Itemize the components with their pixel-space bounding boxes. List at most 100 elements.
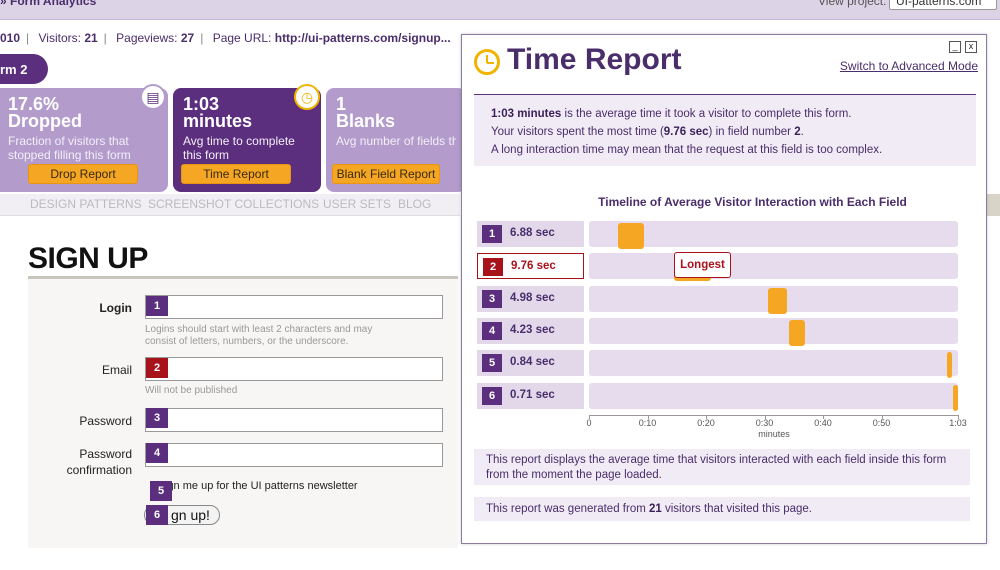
field-row-label: 3 4.98 sec bbox=[477, 285, 584, 312]
report-note: This report displays the average time th… bbox=[474, 449, 970, 485]
interaction-bar[interactable] bbox=[953, 384, 959, 411]
app-title: » Form Analytics bbox=[0, 0, 97, 8]
dropped-desc: Fraction of visitors that stopped fillin… bbox=[8, 134, 131, 162]
email-input[interactable] bbox=[145, 357, 443, 381]
timeline-track bbox=[589, 253, 958, 282]
login-label: Login bbox=[99, 301, 132, 315]
minimize-button[interactable]: _ bbox=[949, 41, 961, 53]
longest-badge: Longest bbox=[674, 252, 731, 278]
blanks-desc: Avg number of fields that were left blan… bbox=[336, 134, 456, 148]
page-edge bbox=[986, 194, 1000, 216]
report-footer: This report was generated from 21 visito… bbox=[474, 497, 970, 521]
blank-field-report-button[interactable]: Blank Field Report bbox=[332, 164, 440, 184]
field-number-3: 3 bbox=[146, 408, 168, 428]
x-axis bbox=[589, 415, 959, 416]
field-row-label: 6 0.71 sec bbox=[477, 382, 584, 409]
email-hint: Will not be published bbox=[145, 385, 238, 396]
interaction-bar[interactable] bbox=[789, 319, 806, 346]
newsletter-label[interactable]: ign me up for the UI patterns newsletter bbox=[165, 480, 358, 492]
blanks-title: Blanks bbox=[336, 111, 396, 131]
field-number-badge: 4 bbox=[482, 321, 502, 340]
stats-row: 010 | Visitors: 21 | Pageviews: 27 | Page U… bbox=[0, 31, 451, 45]
clock-icon bbox=[474, 49, 500, 75]
email-label: Email bbox=[101, 363, 132, 377]
summary-time: 1:03 minutes bbox=[491, 108, 562, 120]
dropped-title: Dropped bbox=[8, 111, 82, 131]
field-row-label: 2 9.76 sec bbox=[477, 253, 584, 280]
document-icon: ▤ bbox=[140, 84, 166, 110]
field-duration-label: 6.88 sec bbox=[510, 227, 555, 239]
field-row-label: 5 0.84 sec bbox=[477, 350, 584, 377]
field-duration-label: 4.23 sec bbox=[510, 323, 555, 336]
field-number-5: 5 bbox=[150, 481, 172, 501]
blanks-card[interactable]: 1 Blanks Avg number of fields that were … bbox=[326, 88, 466, 192]
visitors-label: Visitors: bbox=[38, 31, 81, 45]
top-bar: » Form Analytics View project: UI-patter… bbox=[0, 0, 1000, 20]
interaction-bar[interactable] bbox=[618, 223, 645, 249]
footer-post: visitors that visited this page. bbox=[661, 503, 813, 515]
time-card[interactable]: 1:03 minutes Avg time to complete this f… bbox=[173, 84, 321, 192]
summary-line-2-mid: ) in field number bbox=[708, 126, 795, 138]
time-report-window: Time Report _ x Switch to Advanced Mode … bbox=[461, 34, 987, 544]
signup-title: SIGN UP bbox=[28, 242, 148, 275]
form-tab[interactable]: rm 2 bbox=[0, 54, 48, 84]
switch-advanced-mode-link[interactable]: Switch to Advanced Mode bbox=[840, 59, 978, 73]
x-tick-label: 1:03 bbox=[949, 418, 967, 428]
field-number-6: 6 bbox=[146, 505, 168, 525]
field-row-label: 1 6.88 sec bbox=[477, 221, 584, 247]
view-project-label: View project: bbox=[818, 0, 887, 8]
pageviews-count: 27 bbox=[180, 31, 195, 45]
x-tick-label: 0:30 bbox=[755, 418, 774, 428]
nav-blog[interactable]: BLOG bbox=[398, 197, 431, 211]
interaction-bar[interactable] bbox=[947, 352, 953, 379]
page-url-label: Page URL: bbox=[212, 31, 272, 45]
stats-date: 010 bbox=[0, 31, 21, 45]
field-number-2: 2 bbox=[146, 358, 168, 378]
clock-icon: ◷ bbox=[294, 84, 320, 110]
field-number-badge: 6 bbox=[482, 386, 502, 405]
field-number-4: 4 bbox=[146, 443, 168, 463]
time-report-title: Time Report bbox=[507, 43, 682, 76]
summary-longest-time: 9.76 sec bbox=[663, 126, 709, 138]
x-axis-label: minutes bbox=[758, 429, 790, 439]
field-duration-label: 9.76 sec bbox=[511, 260, 556, 273]
site-nav: DESIGN PATTERNS SCREENSHOT COLLECTIONS U… bbox=[0, 194, 460, 216]
summary-line-1: is the average time it took a visitor to… bbox=[561, 108, 852, 120]
field-row-label: 4 4.23 sec bbox=[477, 317, 584, 344]
field-number-badge: 3 bbox=[482, 289, 502, 308]
password-label: Password bbox=[79, 414, 132, 428]
footer-pre: This report was generated from bbox=[486, 503, 649, 515]
field-number-badge: 2 bbox=[483, 258, 503, 277]
timeline-track bbox=[589, 382, 959, 411]
report-summary: 1:03 minutes is the average time it took… bbox=[474, 94, 976, 166]
field-number-badge: 1 bbox=[482, 225, 502, 243]
login-input[interactable] bbox=[145, 295, 443, 319]
dropped-card[interactable]: 17.6% Dropped Fraction of visitors that … bbox=[0, 84, 168, 192]
password-confirmation-input[interactable] bbox=[145, 443, 443, 467]
close-button[interactable]: x bbox=[965, 41, 977, 53]
field-duration-label: 0.84 sec bbox=[510, 356, 555, 369]
summary-line-3: A long interaction time may mean that th… bbox=[491, 144, 883, 156]
chart-title: Timeline of Average Visitor Interaction … bbox=[598, 195, 907, 209]
summary-line-2-pre: Your visitors spent the most time ( bbox=[491, 126, 664, 138]
x-tick-label: 0:40 bbox=[814, 418, 832, 428]
visitors-count: 21 bbox=[84, 31, 98, 45]
summary-line-2-end: . bbox=[800, 126, 804, 138]
nav-design-patterns[interactable]: DESIGN PATTERNS bbox=[30, 197, 142, 211]
login-hint: Logins should start with least 2 charact… bbox=[145, 324, 373, 347]
timeline-track bbox=[589, 317, 958, 346]
timeline-track bbox=[589, 221, 958, 249]
x-tick-label: 0 bbox=[586, 418, 592, 428]
interaction-bar[interactable] bbox=[767, 287, 787, 314]
x-tick-label: 0:20 bbox=[697, 418, 715, 428]
field-duration-label: 0.71 sec bbox=[510, 388, 555, 401]
timeline-track bbox=[589, 285, 958, 314]
view-project-select[interactable]: UI-patterns.com bbox=[889, 0, 997, 10]
page-url[interactable]: http://ui-patterns.com/signup... bbox=[275, 31, 451, 45]
nav-screenshot-collections[interactable]: SCREENSHOT COLLECTIONS bbox=[148, 197, 319, 211]
password-input[interactable] bbox=[145, 408, 443, 432]
drop-report-button[interactable]: Drop Report bbox=[28, 164, 138, 184]
nav-user-sets[interactable]: USER SETS bbox=[323, 197, 391, 211]
visitor-count: 21 bbox=[649, 503, 662, 515]
time-report-button[interactable]: Time Report bbox=[181, 164, 291, 184]
